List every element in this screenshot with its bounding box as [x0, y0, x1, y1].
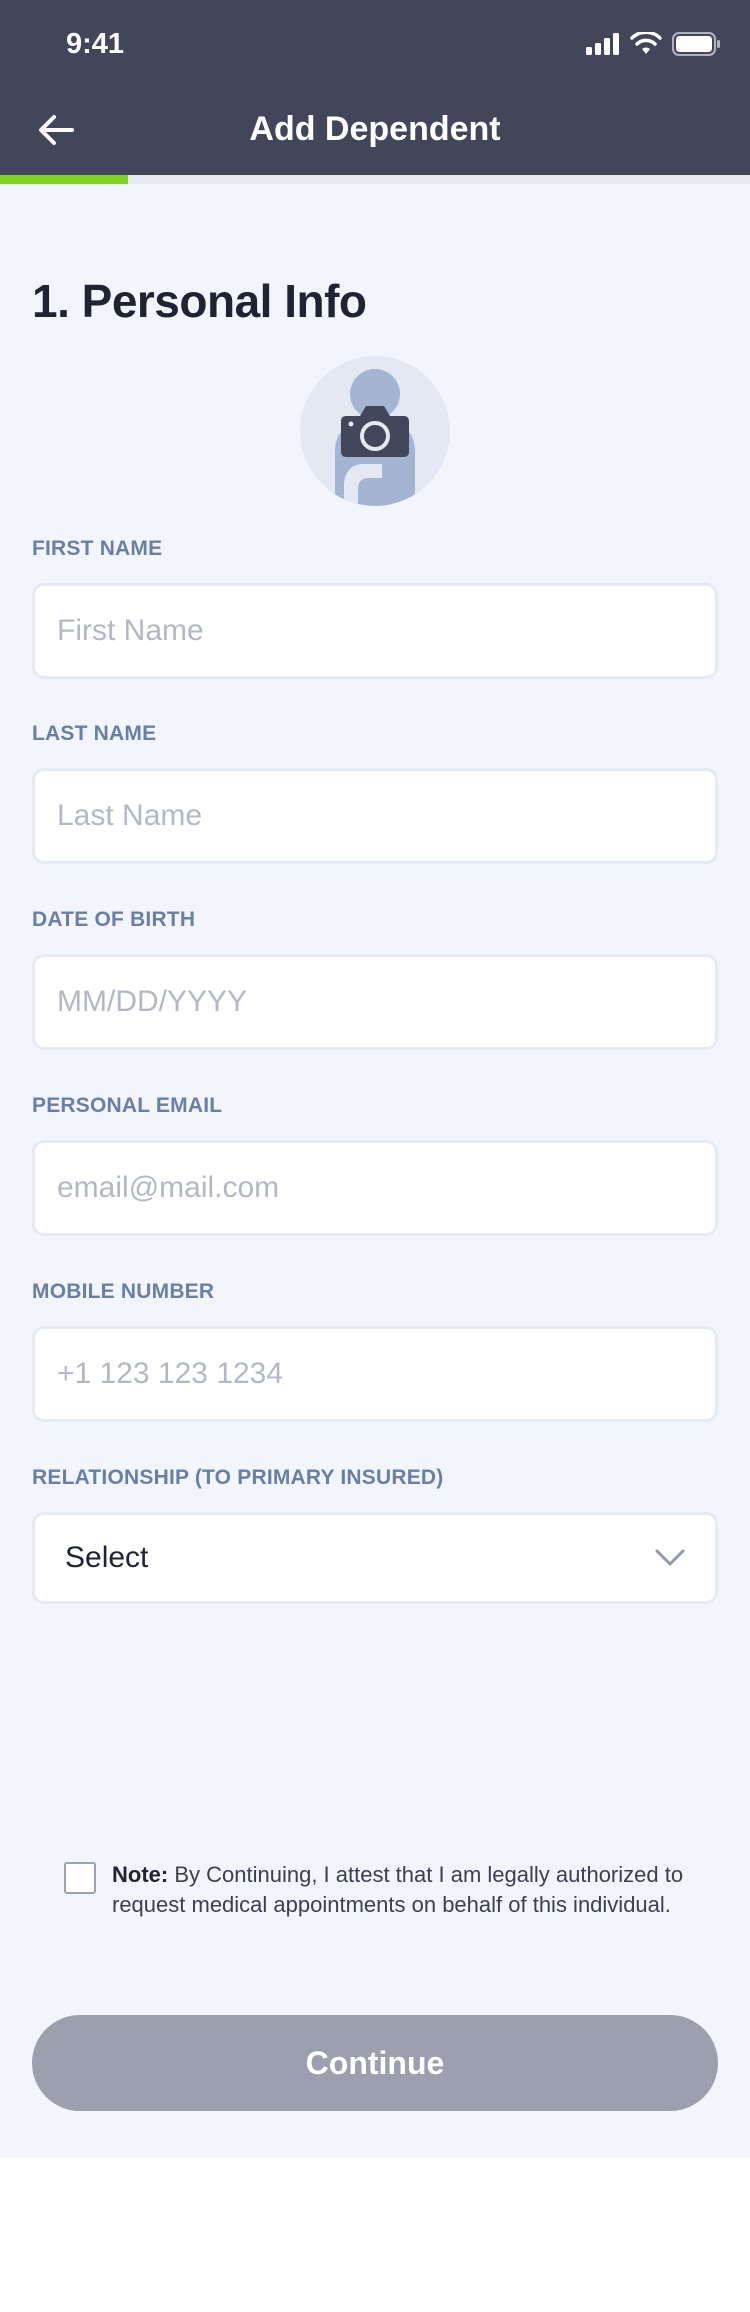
- last-name-input[interactable]: [32, 768, 718, 864]
- email-label: PERSONAL EMAIL: [32, 1094, 223, 1117]
- note-text: By Continuing, I attest that I am legall…: [112, 1862, 684, 1917]
- section-title: 1. Personal Info: [32, 275, 367, 327]
- relationship-select-value: Select: [65, 1541, 149, 1574]
- first-name-label: FIRST NAME: [32, 537, 163, 560]
- form-content: 1. Personal Info FIRST NAME LAST NAME DA…: [0, 184, 750, 2158]
- relationship-label: RELATIONSHIP (TO PRIMARY INSURED): [32, 1466, 444, 1489]
- avatar-upload[interactable]: [300, 356, 450, 506]
- relationship-select[interactable]: Select: [32, 1512, 718, 1604]
- page-title: Add Dependent: [249, 110, 501, 148]
- continue-button[interactable]: Continue: [32, 2015, 718, 2111]
- attestation-checkbox[interactable]: [64, 1862, 96, 1894]
- attestation-row: Note: By Continuing, I attest that I am …: [64, 1860, 684, 1920]
- chevron-down-icon: [655, 1549, 685, 1566]
- status-icons: [586, 32, 720, 56]
- progress-bar: [0, 175, 750, 184]
- last-name-label: LAST NAME: [32, 722, 157, 745]
- note-bold: Note:: [112, 1862, 169, 1887]
- camera-icon: [341, 406, 409, 457]
- status-time: 9:41: [66, 28, 125, 60]
- first-name-input[interactable]: [32, 583, 718, 679]
- signal-icon: [586, 33, 619, 55]
- progress-fill: [0, 175, 128, 184]
- attestation-note: Note: By Continuing, I attest that I am …: [112, 1860, 684, 1920]
- battery-icon: [672, 32, 720, 56]
- email-input[interactable]: [32, 1140, 718, 1236]
- dob-label: DATE OF BIRTH: [32, 908, 196, 931]
- app-header: 9:41 Add Dependent: [0, 0, 750, 175]
- wifi-icon: [630, 32, 662, 54]
- mobile-input[interactable]: [32, 1326, 718, 1422]
- mobile-label: MOBILE NUMBER: [32, 1280, 215, 1303]
- dob-input[interactable]: [32, 954, 718, 1050]
